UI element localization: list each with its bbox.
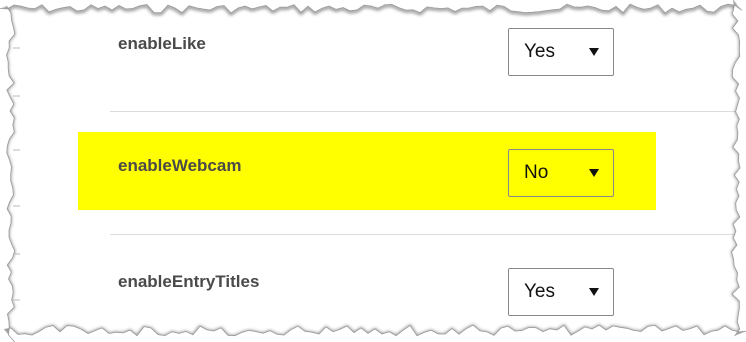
left-tick-marks <box>13 47 20 301</box>
torn-edge-frame <box>0 0 746 342</box>
settings-panel-screenshot: enableLike Yes enableWebcam No enableEnt… <box>0 0 746 342</box>
